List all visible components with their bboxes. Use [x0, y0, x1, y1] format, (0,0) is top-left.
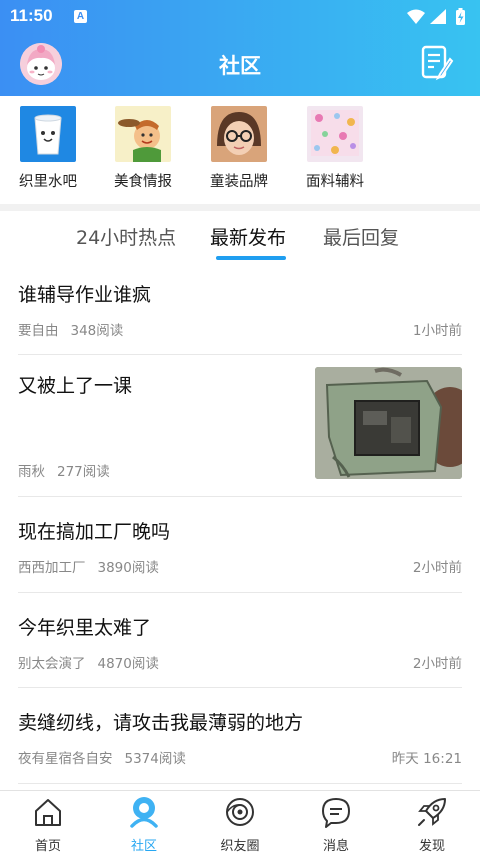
post-time: 2小时前 [412, 656, 462, 672]
post-title: 卖缝纫线，请攻击我最薄弱的地方 [18, 712, 304, 734]
list-item[interactable]: 卖缝纫线，请攻击我最薄弱的地方 夜有星宿各自安 5374阅读 昨天 16:21 [18, 688, 462, 784]
post-meta: 别太会演了 4870阅读 [18, 652, 159, 672]
feed-tabs: 24小时热点 最新发布 最后回复 [0, 211, 480, 265]
tab-messages[interactable]: 消息 [296, 795, 376, 854]
category-item[interactable]: 美食情报 [98, 106, 188, 191]
post-meta: 雨秋 277阅读 [18, 460, 110, 480]
home-icon [35, 799, 61, 826]
fabric-swatch-icon [307, 106, 363, 162]
category-label: 美食情报 [114, 174, 172, 190]
category-label: 面料辅料 [306, 174, 364, 190]
community-icon [130, 797, 158, 828]
post-title: 又被上了一课 [18, 375, 133, 397]
tab-label: 社区 [130, 839, 157, 854]
category-row: 织里水吧 美食情报 童装品牌 面料辅料 [0, 96, 480, 204]
app-header: 11:50 A 社区 [0, 0, 480, 96]
post-reads: 348阅读 [70, 323, 124, 339]
list-item[interactable]: 谁辅导作业谁疯 要自由 348阅读 1小时前 [18, 265, 462, 355]
list-item[interactable]: 现在搞加工厂晚吗 西西加工厂 3890阅读 2小时前 [18, 497, 462, 593]
list-item[interactable]: 又被上了一课 雨秋 277阅读 [18, 355, 462, 497]
section-divider [0, 204, 480, 211]
child-photo-icon [211, 106, 267, 162]
post-meta: 要自由 348阅读 [18, 319, 123, 339]
category-item[interactable]: 织里水吧 [3, 106, 93, 191]
post-author: 雨秋 [18, 464, 45, 480]
tab-label: 发现 [418, 839, 445, 854]
chef-cartoon-icon [115, 106, 171, 162]
active-tab-indicator [216, 256, 286, 260]
post-author: 西西加工厂 [18, 560, 86, 576]
post-time: 昨天 16:21 [391, 751, 462, 767]
edit-note-icon [421, 45, 454, 81]
post-meta: 西西加工厂 3890阅读 [18, 556, 159, 576]
tab-label: 消息 [322, 839, 349, 854]
tab-community[interactable]: 社区 [104, 795, 184, 854]
tab-discover[interactable]: 发现 [392, 795, 472, 854]
category-item[interactable]: 面料辅料 [290, 106, 380, 191]
tab-label: 首页 [34, 839, 61, 854]
status-time: 11:50 [10, 6, 53, 25]
tab-last-reply[interactable]: 最后回复 [323, 223, 399, 250]
post-reads: 3890阅读 [97, 560, 159, 576]
status-icons [406, 8, 468, 30]
post-title: 今年织里太难了 [18, 617, 152, 639]
tab-24h-hot[interactable]: 24小时热点 [76, 223, 176, 250]
post-thumbnail[interactable] [315, 367, 462, 479]
status-bar: 11:50 A [0, 0, 480, 33]
cup-mascot-icon [20, 106, 76, 162]
tab-home[interactable]: 首页 [8, 795, 88, 854]
bottom-tab-bar: 首页 社区 织友圈 消息 发现 [0, 790, 480, 854]
category-item[interactable]: 童装品牌 [194, 106, 284, 191]
post-reads: 5374阅读 [124, 751, 186, 767]
friends-circle-icon [226, 798, 254, 826]
post-author: 要自由 [18, 323, 59, 339]
post-author: 夜有星宿各自安 [18, 751, 113, 767]
battery-icon [456, 8, 465, 25]
tab-friends-circle[interactable]: 织友圈 [200, 795, 280, 854]
post-reads: 277阅读 [57, 464, 110, 480]
tab-label: 织友圈 [220, 839, 260, 854]
post-title: 谁辅导作业谁疯 [18, 284, 152, 306]
edit-post-button[interactable] [420, 45, 454, 81]
category-label: 童装品牌 [210, 174, 268, 190]
category-label: 织里水吧 [19, 174, 77, 190]
post-author: 别太会演了 [18, 656, 86, 672]
list-item[interactable]: 今年织里太难了 别太会演了 4870阅读 2小时前 [18, 593, 462, 688]
notification-icon: A [74, 10, 87, 23]
post-time: 2小时前 [412, 560, 462, 576]
tab-latest[interactable]: 最新发布 [210, 223, 286, 250]
page-title: 社区 [219, 54, 261, 78]
wifi-icon [407, 9, 425, 24]
post-title: 现在搞加工厂晚吗 [18, 521, 171, 543]
signal-icon [430, 9, 446, 24]
post-reads: 4870阅读 [97, 656, 159, 672]
message-icon [322, 798, 350, 828]
rocket-icon [418, 798, 446, 826]
scooter-photo-icon [315, 367, 462, 479]
post-time: 1小时前 [412, 323, 462, 339]
post-meta: 夜有星宿各自安 5374阅读 [18, 747, 186, 767]
